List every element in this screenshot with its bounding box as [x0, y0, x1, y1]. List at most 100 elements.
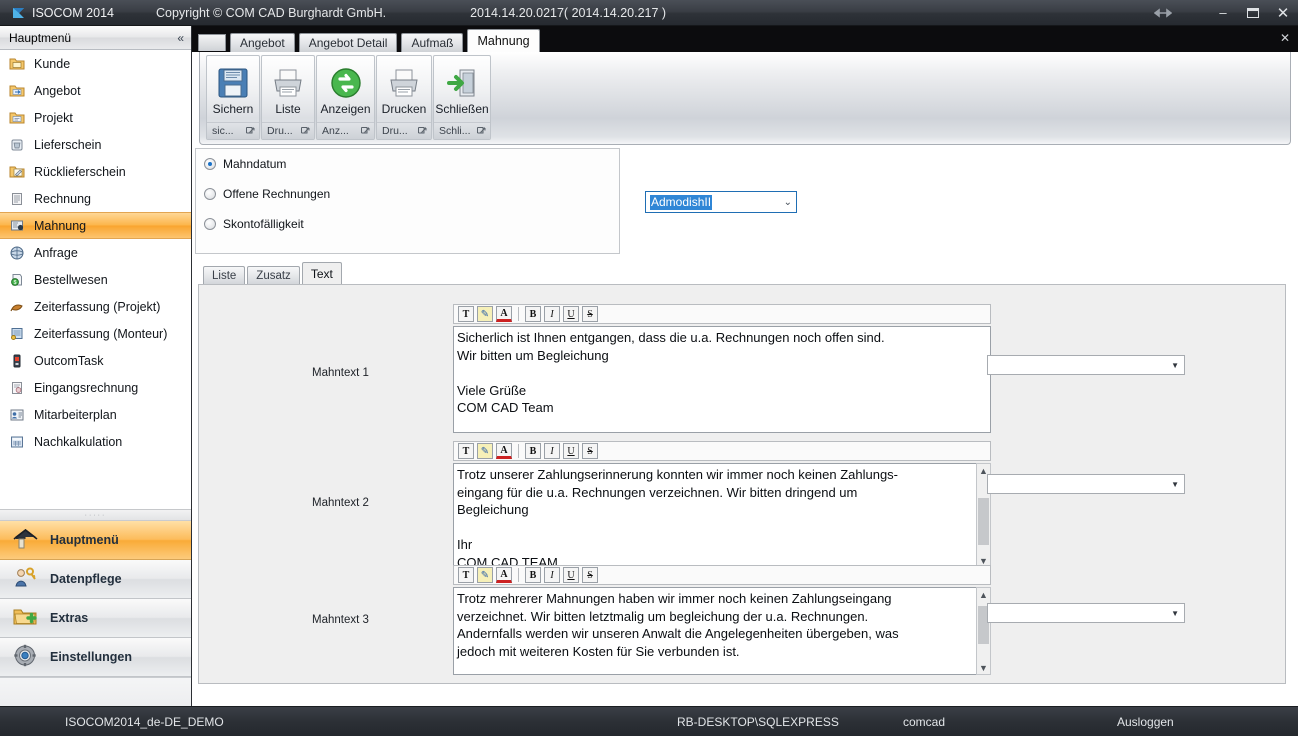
bold-icon[interactable]: B — [525, 567, 541, 583]
sidebar-item-rechnung[interactable]: Rechnung — [0, 185, 191, 212]
printer-icon — [388, 67, 420, 99]
tab-mahnung[interactable]: Mahnung — [467, 29, 540, 52]
status-bar: ISOCOM2014_de-DE_DEMO RB-DESKTOP\SQLEXPR… — [0, 706, 1298, 736]
minimize-button[interactable]: – — [1208, 1, 1238, 25]
scroll-down-arrow-icon[interactable]: ▼ — [979, 661, 988, 674]
layout-select[interactable]: AdmodishII ⌄ — [645, 191, 797, 213]
sidebar-nav-datenpflege[interactable]: Datenpflege — [0, 560, 191, 599]
ribbon-button-sichern[interactable]: Sichern — [207, 56, 259, 122]
sidebar-item-mitarbeiterplan[interactable]: Mitarbeiterplan — [0, 401, 191, 428]
scrollbar-thumb[interactable] — [978, 498, 989, 545]
strikethrough-icon[interactable]: S — [582, 306, 598, 322]
dialog-launcher-icon[interactable] — [301, 126, 310, 136]
sidebar-grip-handle[interactable]: ····· — [0, 510, 191, 521]
highlight-icon[interactable]: ✎ — [477, 443, 493, 459]
mahntext-template-select-1[interactable]: ▼ — [987, 355, 1185, 375]
status-database: ISOCOM2014_de-DE_DEMO — [65, 715, 224, 729]
inner-tab-label: Liste — [212, 269, 237, 282]
radio-button[interactable] — [204, 218, 216, 230]
sidebar-nav-hauptmenü[interactable]: Hauptmenü — [0, 521, 191, 560]
radio-row-mahndatum[interactable]: Mahndatum — [196, 149, 619, 179]
ribbon-button-anzeigen[interactable]: Anzeigen — [317, 56, 374, 122]
font-icon[interactable]: T — [458, 306, 474, 322]
tab-angebot[interactable]: Angebot — [230, 33, 295, 52]
mahntext-editor-2[interactable]: Trotz unserer Zahlungserinnerung konnten… — [453, 463, 991, 568]
strikethrough-icon[interactable]: S — [582, 567, 598, 583]
sidebar-item-eingangsrechnung[interactable]: Eingangsrechnung — [0, 374, 191, 401]
app-title: ISOCOM 2014 — [32, 5, 114, 20]
sidebar-item-bestellwesen[interactable]: $ Bestellwesen — [0, 266, 191, 293]
mahntext-template-select-3[interactable]: ▼ — [987, 603, 1185, 623]
folder-plus-icon — [13, 605, 39, 631]
sidebar-collapse-icon[interactable]: « — [177, 31, 184, 45]
task-icon — [9, 353, 26, 369]
mahntext-editor-3[interactable]: Trotz mehrerer Mahnungen haben wir immer… — [453, 587, 991, 675]
ribbon-button-schließen[interactable]: Schließen — [434, 56, 490, 122]
ribbon-button-drucken[interactable]: Drucken — [377, 56, 431, 122]
radio-button[interactable] — [204, 158, 216, 170]
sidebar-item-mahnung[interactable]: Mahnung — [0, 212, 191, 239]
underline-icon[interactable]: U — [563, 306, 579, 322]
editor-scrollbar-3[interactable]: ▲ ▼ — [976, 587, 991, 675]
sidebar-item-outcomtask[interactable]: OutcomTask — [0, 347, 191, 374]
ribbon-button-liste[interactable]: Liste — [262, 56, 314, 122]
dialog-launcher-icon[interactable] — [361, 126, 370, 136]
italic-icon[interactable]: I — [544, 306, 560, 322]
strikethrough-icon[interactable]: S — [582, 443, 598, 459]
tab-angebot-detail[interactable]: Angebot Detail — [298, 33, 398, 52]
resize-handle-icon[interactable] — [1148, 7, 1178, 18]
sidebar-item-nachkalkulation[interactable]: Nachkalkulation — [0, 428, 191, 455]
sidebar-item-label: Eingangsrechnung — [34, 380, 139, 395]
sidebar-item-kunde[interactable]: Kunde — [0, 50, 191, 77]
underline-icon[interactable]: U — [563, 443, 579, 459]
underline-icon[interactable]: U — [563, 567, 579, 583]
mahntext-template-select-2[interactable]: ▼ — [987, 474, 1185, 494]
sidebar-item-rücklieferschein[interactable]: Rücklieferschein — [0, 158, 191, 185]
svg-text:$: $ — [14, 280, 17, 286]
font-color-icon[interactable]: A — [496, 306, 512, 322]
tab-aufmaß[interactable]: Aufmaß — [401, 33, 464, 52]
close-button[interactable]: ✕ — [1268, 1, 1298, 25]
font-icon[interactable]: T — [458, 567, 474, 583]
font-color-icon[interactable]: A — [496, 567, 512, 583]
sidebar-item-list: Kunde Angebot Projekt Lieferschein Rückliefe… — [0, 50, 191, 510]
sidebar-nav-extras[interactable]: Extras — [0, 599, 191, 638]
maximize-button[interactable] — [1238, 1, 1268, 25]
highlight-icon[interactable]: ✎ — [477, 567, 493, 583]
sidebar-item-lieferschein[interactable]: Lieferschein — [0, 131, 191, 158]
dialog-launcher-icon[interactable] — [246, 126, 255, 136]
highlight-icon[interactable]: ✎ — [477, 306, 493, 322]
sidebar-item-zeiterfassung-projekt[interactable]: Zeiterfassung (Projekt) — [0, 293, 191, 320]
title-bar: ISOCOM 2014 Copyright © COM CAD Burghard… — [0, 0, 1298, 26]
italic-icon[interactable]: I — [544, 443, 560, 459]
font-color-icon[interactable]: A — [496, 443, 512, 459]
rich-text-toolbar-3: T ✎ A B I U S — [453, 565, 991, 585]
status-logout[interactable]: Ausloggen — [1117, 715, 1174, 729]
app-flag-icon — [8, 7, 30, 19]
sidebar-item-zeiterfassung-monteur[interactable]: Zeiterfassung (Monteur) — [0, 320, 191, 347]
inner-tab-text[interactable]: Text — [301, 262, 342, 284]
dialog-launcher-icon[interactable] — [418, 126, 427, 136]
font-icon[interactable]: T — [458, 443, 474, 459]
sidebar-item-projekt[interactable]: Projekt — [0, 104, 191, 131]
scroll-up-arrow-icon[interactable]: ▲ — [979, 588, 988, 601]
radio-button[interactable] — [204, 188, 216, 200]
mahntext-editor-1[interactable]: Sicherlich ist Ihnen entgangen, dass die… — [453, 326, 991, 433]
sidebar-item-angebot[interactable]: Angebot — [0, 77, 191, 104]
gear-icon — [13, 644, 39, 670]
tab-close-icon[interactable]: ✕ — [1280, 31, 1290, 45]
mahntext-label-1: Mahntext 1 — [312, 367, 369, 379]
dialog-launcher-icon[interactable] — [477, 126, 486, 136]
radio-row-skontofälligkeit[interactable]: Skontofälligkeit — [196, 209, 619, 239]
bold-icon[interactable]: B — [525, 443, 541, 459]
italic-icon[interactable]: I — [544, 567, 560, 583]
sidebar-nav-einstellungen[interactable]: Einstellungen — [0, 638, 191, 677]
inner-tab-zusatz[interactable]: Zusatz — [247, 266, 300, 284]
tab-label: Angebot — [240, 36, 285, 50]
radio-row-offene-rechnungen[interactable]: Offene Rechnungen — [196, 179, 619, 209]
ribbon-button-label: Anzeigen — [320, 101, 371, 116]
bold-icon[interactable]: B — [525, 306, 541, 322]
tab-scroll-nub[interactable] — [198, 34, 226, 51]
inner-tab-liste[interactable]: Liste — [203, 266, 246, 284]
sidebar-item-anfrage[interactable]: Anfrage — [0, 239, 191, 266]
